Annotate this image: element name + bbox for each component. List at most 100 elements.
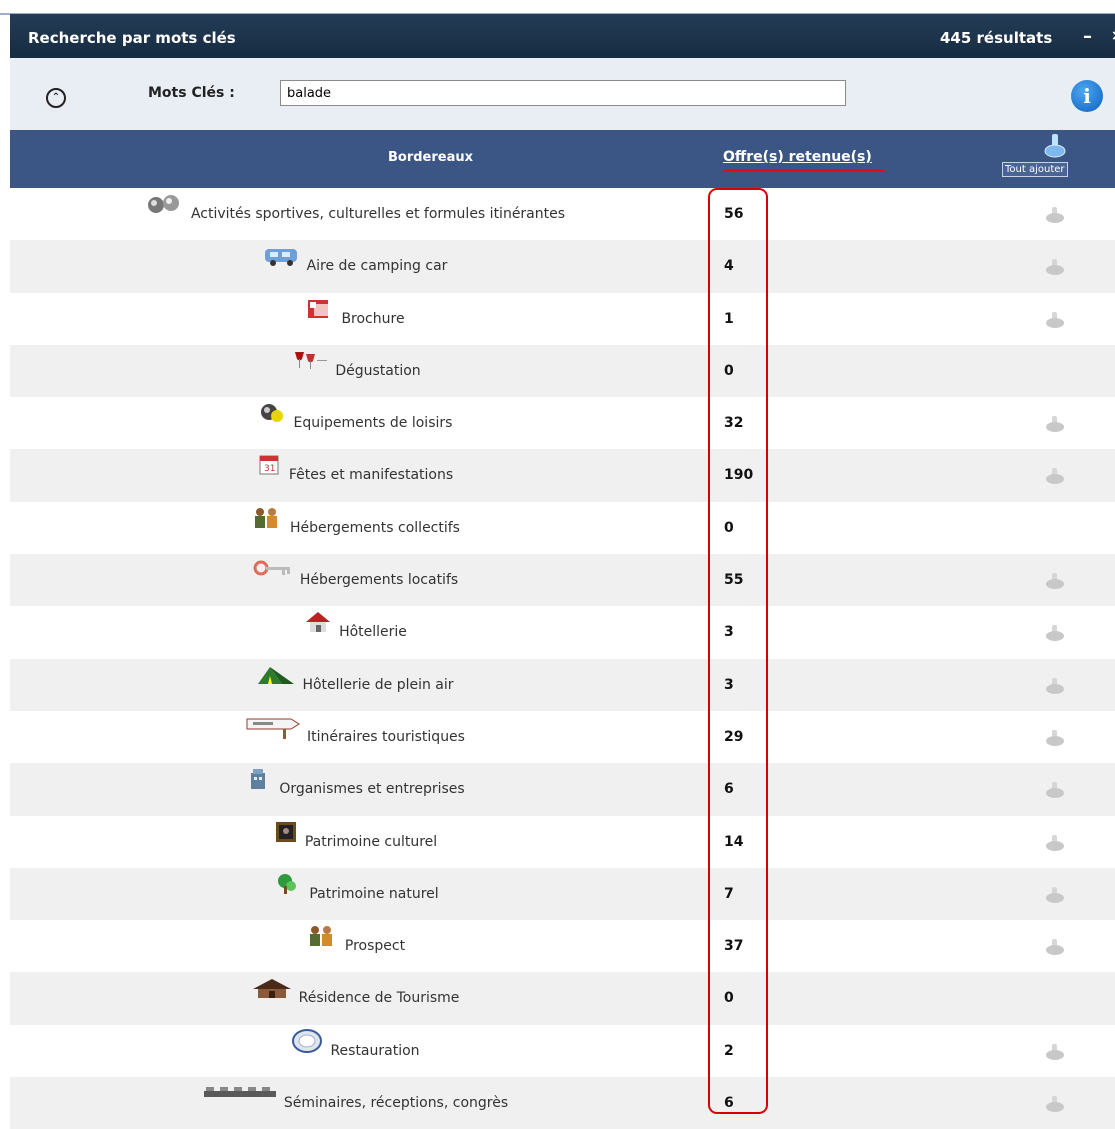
- row-label[interactable]: Restauration: [330, 1043, 419, 1059]
- row-name-cell: Aire de camping car: [10, 240, 700, 292]
- add-icon[interactable]: [1044, 781, 1066, 799]
- row-label[interactable]: Hébergements collectifs: [290, 520, 460, 536]
- keywords-input[interactable]: [280, 80, 846, 106]
- row-label[interactable]: Hôtellerie de plein air: [302, 677, 453, 693]
- row-label[interactable]: Organismes et entreprises: [279, 781, 464, 797]
- table-row: Brochure 1: [10, 293, 1115, 345]
- people-icon: [250, 506, 284, 534]
- row-name-cell: Prospect: [10, 920, 700, 972]
- row-label[interactable]: Equipements de loisirs: [294, 415, 453, 431]
- table-row: Hôtellerie de plein air 3: [10, 658, 1115, 711]
- table-row: Hôtellerie 3: [10, 606, 1115, 658]
- row-label[interactable]: Résidence de Tourisme: [299, 990, 460, 1006]
- row-name-cell: Restauration: [10, 1025, 700, 1077]
- highlight-underline: [723, 169, 885, 172]
- window-title: Recherche par mots clés: [28, 29, 236, 47]
- chalet-icon: [251, 977, 293, 1003]
- table-row: Séminaires, réceptions, congrès 6: [10, 1077, 1115, 1129]
- row-name-cell: Patrimoine culturel: [10, 816, 700, 868]
- add-icon[interactable]: [1044, 258, 1066, 276]
- table-row: Patrimoine naturel 7: [10, 867, 1115, 921]
- row-name-cell: Brochure: [10, 293, 700, 345]
- row-name-cell: Hébergements locatifs: [10, 554, 700, 606]
- row-label[interactable]: Séminaires, réceptions, congrès: [284, 1095, 508, 1111]
- add-all-button[interactable]: Tout ajouter: [1002, 162, 1068, 177]
- keywords-label: Mots Clés :: [148, 85, 235, 101]
- table-row: Itinéraires touristiques 29: [10, 711, 1115, 763]
- row-label[interactable]: Aire de camping car: [307, 258, 448, 274]
- plate-icon: [290, 1028, 324, 1058]
- row-name-cell: Hôtellerie: [10, 606, 700, 658]
- row-name-cell: 31 Fêtes et manifestations: [10, 449, 700, 501]
- leisure-balls-icon: [258, 402, 288, 428]
- row-name-cell: Hébergements collectifs: [10, 502, 700, 554]
- add-icon[interactable]: [1044, 624, 1066, 642]
- add-icon[interactable]: [1044, 729, 1066, 747]
- balls-icon: [145, 193, 185, 219]
- bordereaux-table: Activités sportives, culturelles et form…: [10, 188, 1115, 1129]
- add-icon[interactable]: [1044, 886, 1066, 904]
- add-icon[interactable]: [1044, 938, 1066, 956]
- info-icon[interactable]: i: [1071, 80, 1103, 112]
- row-name-cell: Hôtellerie de plein air: [10, 659, 700, 711]
- table-row: Dégustation 0: [10, 344, 1115, 398]
- add-icon[interactable]: [1044, 467, 1066, 485]
- column-header-bordereaux: Bordereaux: [388, 150, 474, 165]
- add-icon[interactable]: [1044, 677, 1066, 695]
- house-icon: [303, 610, 333, 638]
- row-label[interactable]: Activités sportives, culturelles et form…: [191, 206, 565, 222]
- table-row: Résidence de Tourisme 0: [10, 972, 1115, 1025]
- row-label[interactable]: Fêtes et manifestations: [289, 467, 453, 483]
- table-row: Activités sportives, culturelles et form…: [10, 188, 1115, 240]
- key-icon: [252, 559, 294, 585]
- row-name-cell: Equipements de loisirs: [10, 397, 700, 449]
- row-label[interactable]: Brochure: [341, 311, 404, 327]
- search-bar: ⌃ Mots Clés : i: [10, 58, 1115, 131]
- add-icon[interactable]: [1044, 311, 1066, 329]
- painting-icon: [273, 820, 299, 848]
- add-icon[interactable]: [1044, 572, 1066, 590]
- add-all-icon[interactable]: [1043, 133, 1067, 159]
- add-icon[interactable]: [1044, 834, 1066, 852]
- add-icon[interactable]: [1044, 1095, 1066, 1113]
- row-label[interactable]: Hébergements locatifs: [300, 572, 458, 588]
- camping-car-icon: [263, 245, 301, 271]
- nature-icon: [271, 872, 303, 900]
- table-row: Aire de camping car 4: [10, 240, 1115, 293]
- row-name-cell: Itinéraires touristiques: [10, 711, 700, 763]
- add-icon[interactable]: [1044, 1043, 1066, 1061]
- window-titlebar: Recherche par mots clés 445 résultats – …: [10, 14, 1115, 58]
- row-name-cell: Patrimoine naturel: [10, 868, 700, 920]
- row-label[interactable]: Patrimoine culturel: [305, 834, 437, 850]
- row-label[interactable]: Dégustation: [335, 363, 420, 379]
- row-name-cell: Séminaires, réceptions, congrès: [10, 1077, 700, 1129]
- table-header: Bordereaux Offre(s) retenue(s) Tout ajou…: [10, 130, 1115, 188]
- tent-icon: [256, 664, 296, 690]
- table-row: Equipements de loisirs 32: [10, 397, 1115, 449]
- row-label[interactable]: Patrimoine naturel: [309, 886, 438, 902]
- row-name-cell: Résidence de Tourisme: [10, 972, 700, 1024]
- table-row: Organismes et entreprises 6: [10, 763, 1115, 816]
- row-label[interactable]: Prospect: [345, 938, 405, 954]
- add-icon[interactable]: [1044, 206, 1066, 224]
- highlight-box: [708, 188, 768, 1114]
- collapse-icon[interactable]: ⌃: [46, 88, 66, 108]
- office-icon: [245, 767, 273, 795]
- calendar-icon: 31: [257, 453, 283, 481]
- conference-table-icon: [202, 1083, 278, 1107]
- row-label[interactable]: Itinéraires touristiques: [307, 729, 465, 745]
- table-row: Hébergements collectifs 0: [10, 502, 1115, 554]
- row-label[interactable]: Hôtellerie: [339, 624, 407, 640]
- table-row: 31 Fêtes et manifestations 190: [10, 449, 1115, 502]
- table-row: Hébergements locatifs 55: [10, 554, 1115, 607]
- minimize-button[interactable]: –: [1083, 26, 1092, 47]
- add-icon[interactable]: [1044, 415, 1066, 433]
- table-row: Restauration 2: [10, 1025, 1115, 1077]
- column-header-offers[interactable]: Offre(s) retenue(s): [723, 149, 872, 165]
- wine-glasses-icon: [289, 350, 329, 376]
- table-row: Patrimoine culturel 14: [10, 816, 1115, 868]
- row-name-cell: Organismes et entreprises: [10, 763, 700, 815]
- svg-text:31: 31: [264, 464, 275, 474]
- row-name-cell: Dégustation: [10, 345, 700, 397]
- close-button[interactable]: ×: [1111, 28, 1115, 44]
